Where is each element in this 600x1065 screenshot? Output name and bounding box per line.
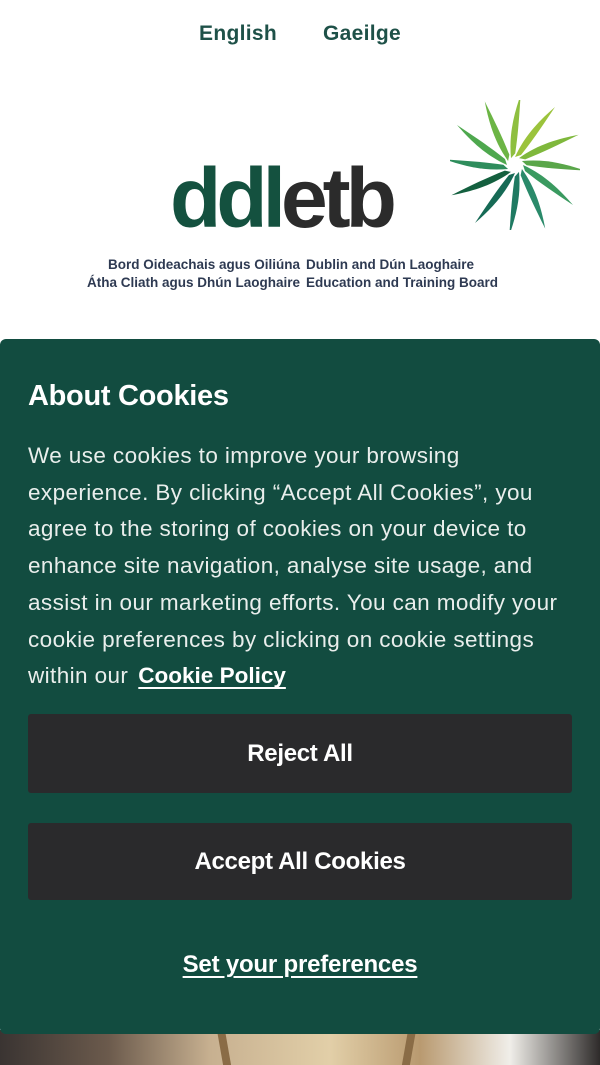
language-switcher: English Gaeilge [0,22,600,46]
set-preferences-link[interactable]: Set your preferences [0,951,600,979]
logo-wordmark-etb: etb [280,151,397,245]
logo-english-line-2: Education and Training Board [306,275,499,290]
cookie-banner-title: About Cookies [28,380,229,412]
hero-image-detail [401,1030,417,1065]
cookie-consent-banner: About Cookies We use cookies to improve … [0,339,600,1034]
logo-irish-line-2: Átha Cliath agus Dhún Laoghaire [86,275,300,290]
logo-english-subtitle: Dublin and Dún Laoghaire Education and T… [306,256,498,292]
language-gaeilge-link[interactable]: Gaeilge [323,22,401,46]
hero-image-detail [216,1030,232,1065]
accept-all-cookies-button[interactable]: Accept All Cookies [28,823,572,900]
logo-wordmark-dd: dd [170,151,268,245]
ddletb-logo[interactable]: ddletb Bord Oideachais agus Oiliúna Átha… [70,100,590,300]
reject-all-button[interactable]: Reject All [28,714,572,793]
cookie-banner-text: We use cookies to improve your browsing … [28,438,572,695]
logo-irish-line-1: Bord Oideachais agus Oiliúna [107,257,300,272]
cookie-policy-link[interactable]: Cookie Policy [138,663,286,688]
logo-irish-subtitle: Bord Oideachais agus Oiliúna Átha Cliath… [74,256,300,292]
language-english-link[interactable]: English [199,22,277,46]
logo-english-line-1: Dublin and Dún Laoghaire [306,257,474,272]
swirl-logo-icon [450,100,580,230]
cookie-banner-body: We use cookies to improve your browsing … [28,443,558,689]
hero-image [0,1030,600,1065]
logo-wordmark: ddletb [170,156,397,240]
logo-wordmark-l: l [262,151,286,245]
